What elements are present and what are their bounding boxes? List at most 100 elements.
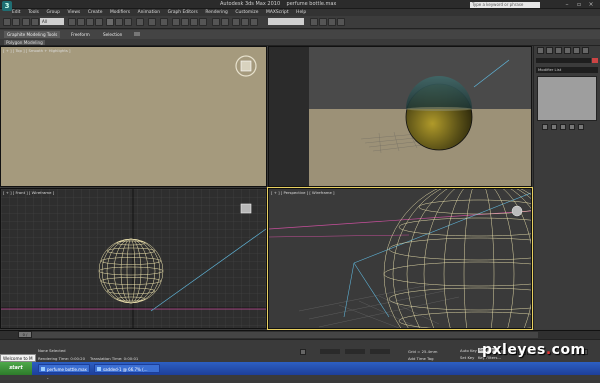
menu-views[interactable]: Views [68,9,81,16]
material-editor-icon[interactable] [310,18,318,26]
taskbar [0,362,600,375]
create-tab-icon[interactable] [537,47,544,54]
motion-tab-icon[interactable] [564,47,571,54]
menu-rendering[interactable]: Rendering [205,9,227,16]
redo-icon[interactable] [12,18,20,26]
maximize-icon[interactable]: ▫ [574,1,584,8]
search-input[interactable]: Type a keyword or phrase [470,2,540,8]
viewcube-front[interactable] [240,203,252,214]
display-tab-icon[interactable] [573,47,580,54]
menu-group[interactable]: Group [47,9,60,16]
window-title: Autodesk 3ds Max 2010 perfume bottle.max [220,1,337,7]
window-crossing-icon[interactable] [95,18,103,26]
polygon-modeling-panel[interactable]: Polygon Modeling [4,40,45,45]
select-move-icon[interactable] [106,18,114,26]
ribbon-panel [0,39,600,46]
translation-time-status: Translation Time: 0:00:01 [90,356,139,361]
make-unique-icon[interactable] [560,124,566,130]
reference-coord-icon[interactable] [136,18,144,26]
render-setup-icon[interactable] [319,18,327,26]
hierarchy-tab-icon[interactable] [555,47,562,54]
rectangle-select-icon[interactable] [86,18,94,26]
viewcube-perspective[interactable] [511,205,523,217]
y-coord-field[interactable] [345,349,365,354]
menu-tools[interactable]: Tools [28,9,39,16]
align-icon[interactable] [221,18,229,26]
minimize-icon[interactable]: – [562,1,572,8]
utilities-tab-icon[interactable] [582,47,589,54]
pivot-center-icon[interactable] [148,18,156,26]
tab-selection[interactable]: Selection [100,31,125,38]
viewport-perspective[interactable]: [ + ] [ Perspective ] [ Wireframe ] [267,187,533,330]
time-slider-track[interactable] [18,332,538,338]
menu-create[interactable]: Create [88,9,103,16]
angle-snap-icon[interactable] [181,18,189,26]
modify-tab-icon[interactable] [546,47,553,54]
menu-graph-editors[interactable]: Graph Editors [168,9,198,16]
layer-manager-icon[interactable] [232,18,240,26]
viewcube-top[interactable] [1,47,266,186]
app-icon [41,367,45,371]
spinner-snap-icon[interactable] [199,18,207,26]
menu-help[interactable]: Help [296,9,306,16]
select-rotate-icon[interactable] [115,18,123,26]
schematic-view-icon[interactable] [250,18,258,26]
modifier-list-dropdown[interactable]: Modifier List [536,67,598,73]
task-3dsmax[interactable]: perfume bottle.max - [38,364,90,381]
selection-filter-dropdown[interactable]: All [40,18,64,25]
modifier-stack[interactable] [537,76,597,121]
select-scale-icon[interactable] [124,18,132,26]
configure-modifiers-icon[interactable] [578,124,584,130]
pin-stack-icon[interactable] [542,124,548,130]
object-name-field[interactable] [536,58,591,63]
viewport-front[interactable]: [ + ] [ Front ] [ Wireframe ] [0,188,267,329]
time-slider-thumb[interactable]: 0 / 100 [18,331,32,343]
unlink-icon[interactable] [31,18,39,26]
start-button[interactable]: start [0,362,32,375]
menu-animation[interactable]: Animation [138,9,160,16]
watermark-logo: pxleyes.com [482,342,586,358]
set-key-button[interactable]: Set Key [460,355,474,360]
undo-icon[interactable] [3,18,11,26]
app-icon [97,367,101,371]
render-frame-icon[interactable] [328,18,336,26]
close-icon[interactable]: × [586,1,596,8]
ribbon-toggle-icon[interactable] [134,32,140,36]
select-by-name-icon[interactable] [77,18,85,26]
perspective-wireframe [269,189,531,328]
menu-bar: Edit Tools Group Views Create Modifiers … [12,9,600,16]
app-logo-icon[interactable]: 3 [2,1,12,11]
auto-key-button[interactable]: Auto Key [460,348,477,353]
viewport-camera[interactable]: [ + ] [ Camera01 ] [ Smooth + Highlights… [268,46,532,187]
z-coord-field[interactable] [370,349,390,354]
tab-graphite-modeling[interactable]: Graphite Modeling Tools [4,31,61,38]
x-coord-field[interactable] [320,349,340,354]
object-color-swatch[interactable] [592,58,598,63]
tab-freeform[interactable]: Freeform [68,31,93,38]
menu-modifiers[interactable]: Modifiers [110,9,130,16]
quick-render-icon[interactable] [337,18,345,26]
lock-selection-icon[interactable] [300,349,306,355]
curve-editor-icon[interactable] [241,18,249,26]
snaps-toggle-icon[interactable] [172,18,180,26]
camera-render [269,47,531,186]
manipulate-icon[interactable] [160,18,168,26]
task-photoshop[interactable]: sadded-1 @ 66.7% (... [94,364,160,373]
viewport-top[interactable]: [ + ] [ Top ] [ Smooth + Highlights ] [0,46,267,187]
percent-snap-icon[interactable] [190,18,198,26]
mirror-icon[interactable] [212,18,220,26]
add-time-tag[interactable]: Add Time Tag [408,356,433,361]
menu-maxscript[interactable]: MAXScript [266,9,289,16]
render-time-status: Rendering Time: 0:00:20 [38,356,86,361]
front-wireframe [1,189,266,328]
menu-customize[interactable]: Customize [235,9,258,16]
menu-edit[interactable]: Edit [12,9,21,16]
remove-modifier-icon[interactable] [569,124,575,130]
selection-status: None Selected [38,348,66,353]
grid-size: Grid = 25.4mm [408,349,438,354]
show-end-result-icon[interactable] [551,124,557,130]
link-icon[interactable] [22,18,30,26]
named-selection-dropdown[interactable] [268,18,304,25]
select-object-icon[interactable] [68,18,76,26]
maxscript-listener[interactable]: Welcome to M [0,354,36,362]
